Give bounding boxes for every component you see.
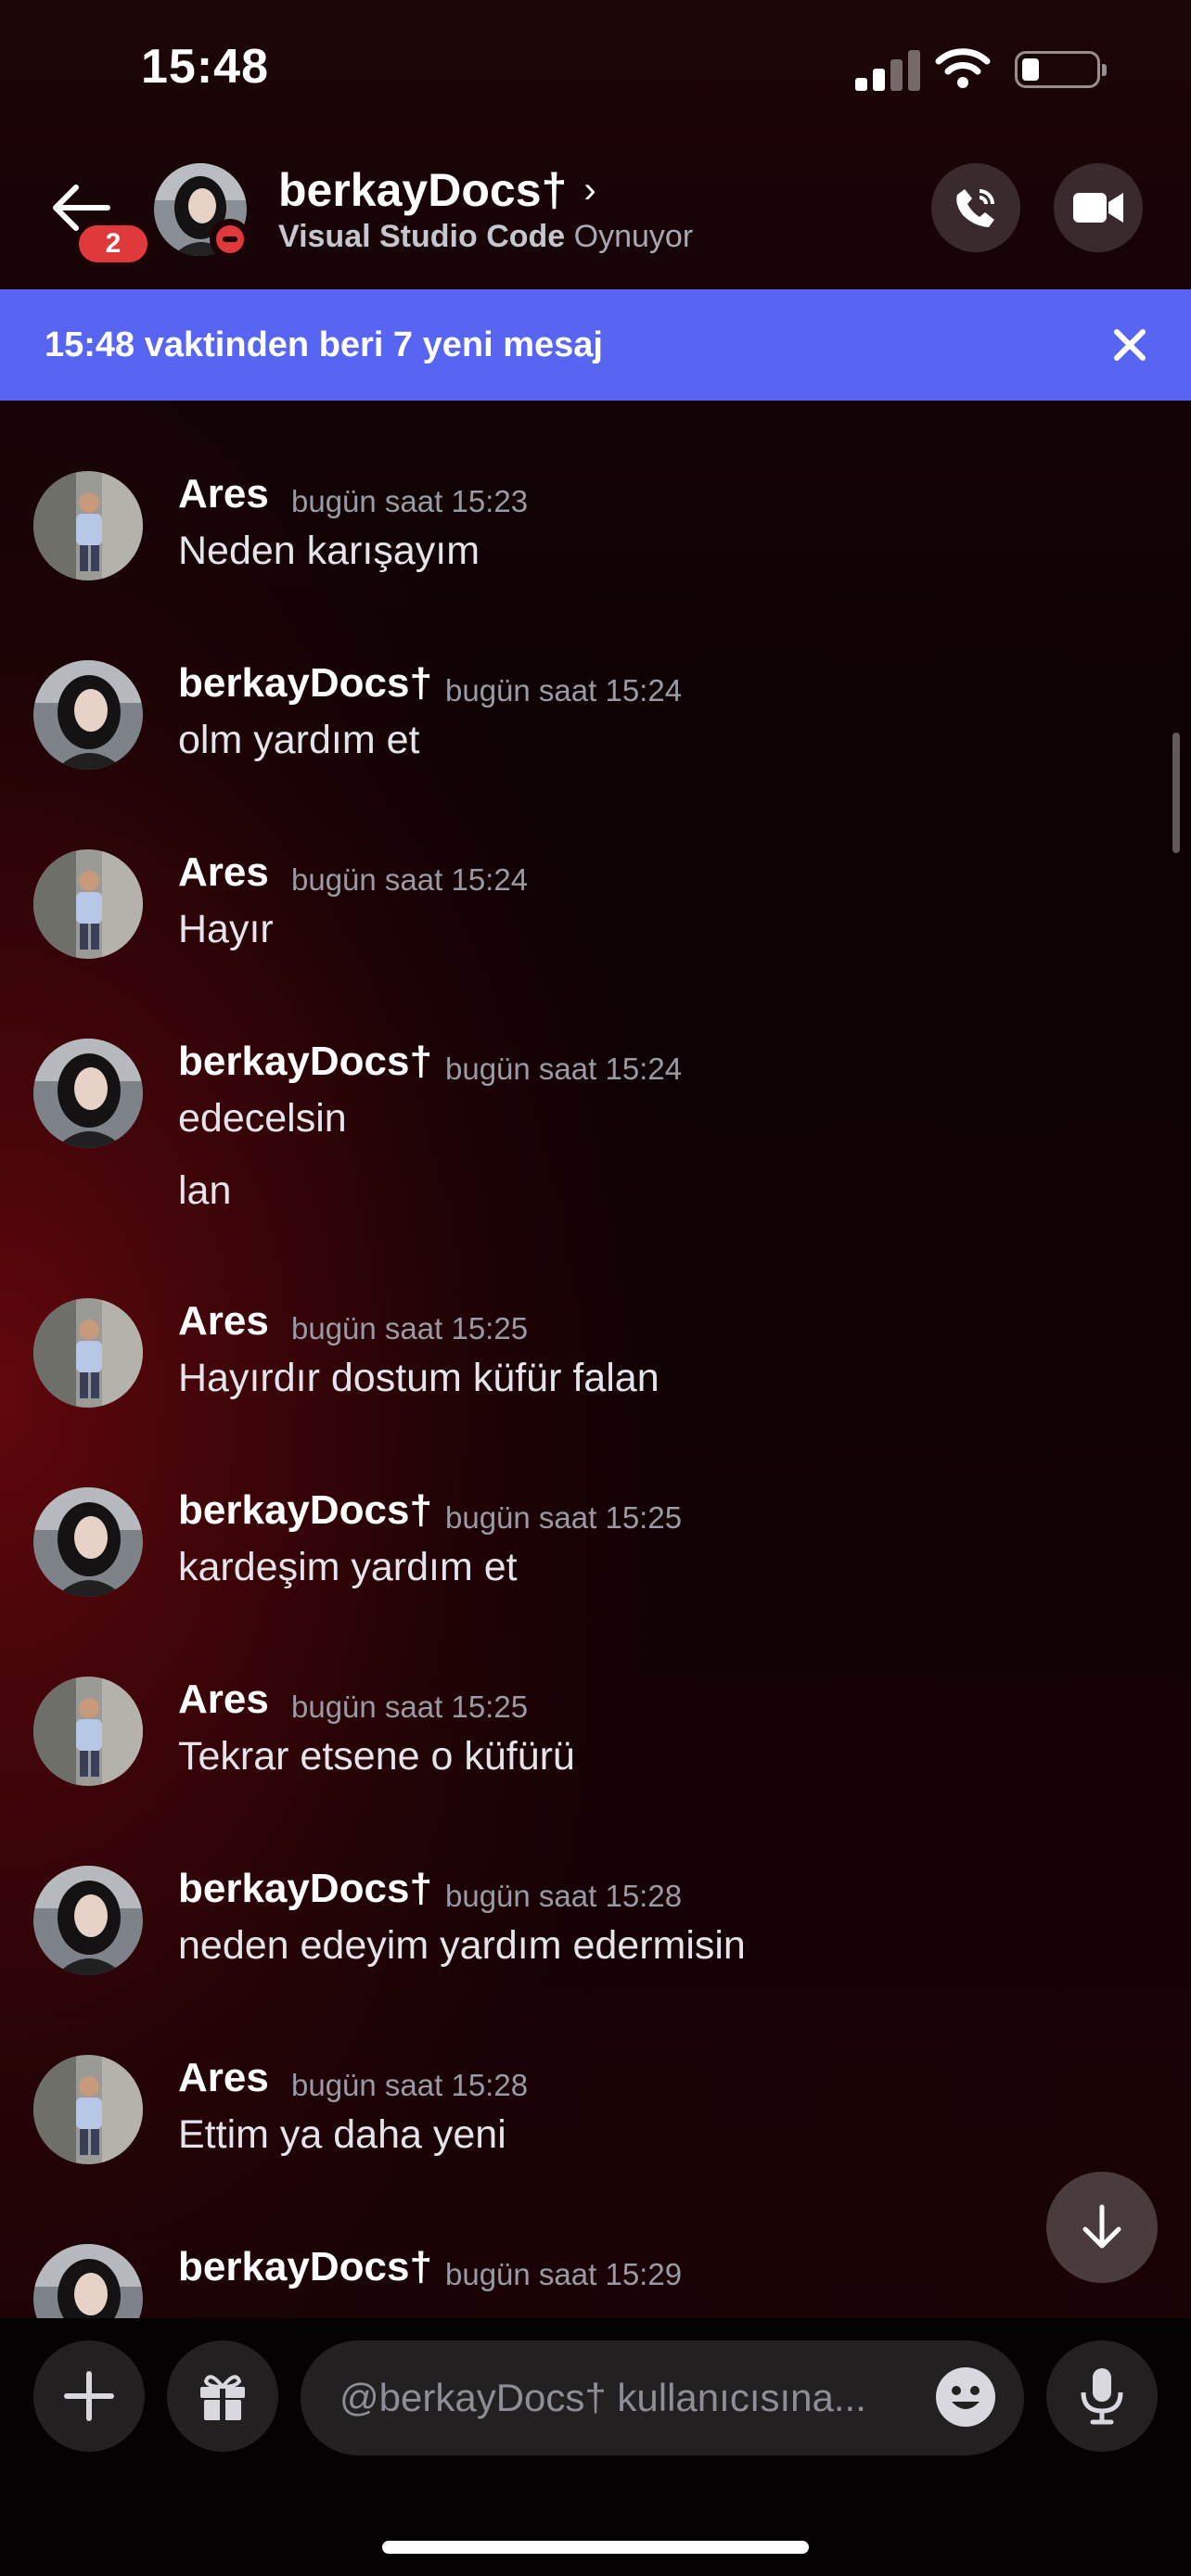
avatar[interactable]	[33, 1487, 143, 1597]
message-author[interactable]: berkayDocs†	[178, 1487, 432, 1534]
message-timestamp: bugün saat 15:24	[445, 1052, 683, 1086]
channel-title[interactable]: berkayDocs† ›	[278, 163, 596, 217]
message-text[interactable]: Tekrar etsene o küfürü	[178, 1734, 575, 1779]
message-author[interactable]: Ares	[178, 471, 269, 517]
message-text[interactable]: neden edeyim yardım edermisin	[178, 1923, 746, 1969]
phone-icon	[956, 189, 994, 227]
message-input[interactable]: @berkayDocs† kullanıcısına...	[301, 2340, 1024, 2455]
status-time: 15:48	[141, 40, 269, 94]
message-timestamp: bugün saat 15:24	[445, 673, 683, 708]
message-timestamp: bugün saat 15:25	[291, 1690, 529, 1724]
avatar[interactable]	[33, 660, 143, 770]
message-author[interactable]: Ares	[178, 2055, 269, 2101]
message-text[interactable]: Neden karışayım	[178, 529, 480, 574]
message-timestamp: bugün saat 15:25	[445, 1500, 683, 1535]
message-text[interactable]: Hayır	[178, 907, 274, 952]
message-text[interactable]: olm yardım et	[178, 718, 419, 763]
plus-icon	[64, 2371, 114, 2421]
avatar[interactable]	[33, 1866, 143, 1975]
home-indicator	[382, 2541, 809, 2554]
message-author[interactable]: berkayDocs†	[178, 1039, 432, 1085]
message-composer: @berkayDocs† kullanıcısına...	[0, 2318, 1191, 2576]
message-author[interactable]: Ares	[178, 1677, 269, 1723]
message-text[interactable]: Hayırdır dostum küfür falan	[178, 1356, 660, 1401]
unread-badge: 2	[74, 221, 152, 267]
avatar[interactable]	[33, 1298, 143, 1408]
message-author[interactable]: berkayDocs†	[178, 660, 432, 707]
avatar[interactable]	[33, 1677, 143, 1786]
video-camera-icon	[1073, 193, 1123, 223]
gift-icon	[200, 2375, 245, 2420]
avatar[interactable]	[33, 849, 143, 959]
message-timestamp: bugün saat 15:28	[291, 2068, 529, 2102]
avatar[interactable]	[33, 2055, 143, 2164]
attach-button[interactable]	[33, 2340, 145, 2452]
message-placeholder: @berkayDocs† kullanıcısına...	[339, 2376, 866, 2419]
message-author[interactable]: Ares	[178, 849, 269, 896]
emoji-icon[interactable]	[935, 2366, 996, 2428]
cellular-signal-icon	[855, 48, 920, 91]
message-timestamp: bugün saat 15:24	[291, 862, 529, 897]
message-text[interactable]: Ettim ya daha yeni	[178, 2112, 506, 2158]
message-author[interactable]: berkayDocs†	[178, 1866, 432, 1912]
avatar[interactable]	[33, 471, 143, 580]
message-text[interactable]: edecelsin	[178, 1096, 347, 1141]
username: berkayDocs†	[278, 164, 568, 216]
battery-icon	[1015, 51, 1107, 88]
chevron-right-icon: ›	[583, 169, 596, 210]
arrow-down-icon	[1082, 2204, 1121, 2249]
message-text[interactable]: lan	[178, 1168, 231, 1214]
avatar[interactable]	[33, 1039, 143, 1148]
new-messages-text: 15:48 vaktinden beri 7 yeni mesaj	[45, 325, 603, 364]
new-messages-bar[interactable]: 15:48 vaktinden beri 7 yeni mesaj	[0, 289, 1191, 401]
message-timestamp: bugün saat 15:29	[445, 2257, 683, 2291]
message-author[interactable]: berkayDocs†	[178, 2244, 432, 2290]
activity-app: Visual Studio Code	[278, 219, 566, 254]
message-text[interactable]: kardeşim yardım et	[178, 1545, 518, 1590]
microphone-icon	[1081, 2368, 1123, 2425]
video-call-button[interactable]	[1054, 163, 1143, 252]
message-timestamp: bugün saat 15:25	[291, 1311, 529, 1345]
voice-message-button[interactable]	[1046, 2340, 1158, 2452]
dnd-status-icon	[210, 219, 250, 260]
activity-verb: Oynuyor	[573, 219, 694, 254]
wifi-icon	[935, 48, 991, 88]
message-timestamp: bugün saat 15:28	[445, 1879, 683, 1913]
gift-button[interactable]	[167, 2340, 278, 2452]
activity-status: Visual Studio Code Oynuyor	[278, 219, 693, 255]
message-author[interactable]: Ares	[178, 1298, 269, 1345]
jump-to-bottom-button[interactable]	[1046, 2172, 1158, 2283]
scrollbar[interactable]	[1172, 733, 1180, 853]
dm-header: 2 berkayDocs† › Visual Studio Code Oynuy…	[0, 139, 1191, 289]
close-icon[interactable]	[1109, 325, 1150, 365]
voice-call-button[interactable]	[931, 163, 1020, 252]
message-timestamp: bugün saat 15:23	[291, 484, 529, 518]
